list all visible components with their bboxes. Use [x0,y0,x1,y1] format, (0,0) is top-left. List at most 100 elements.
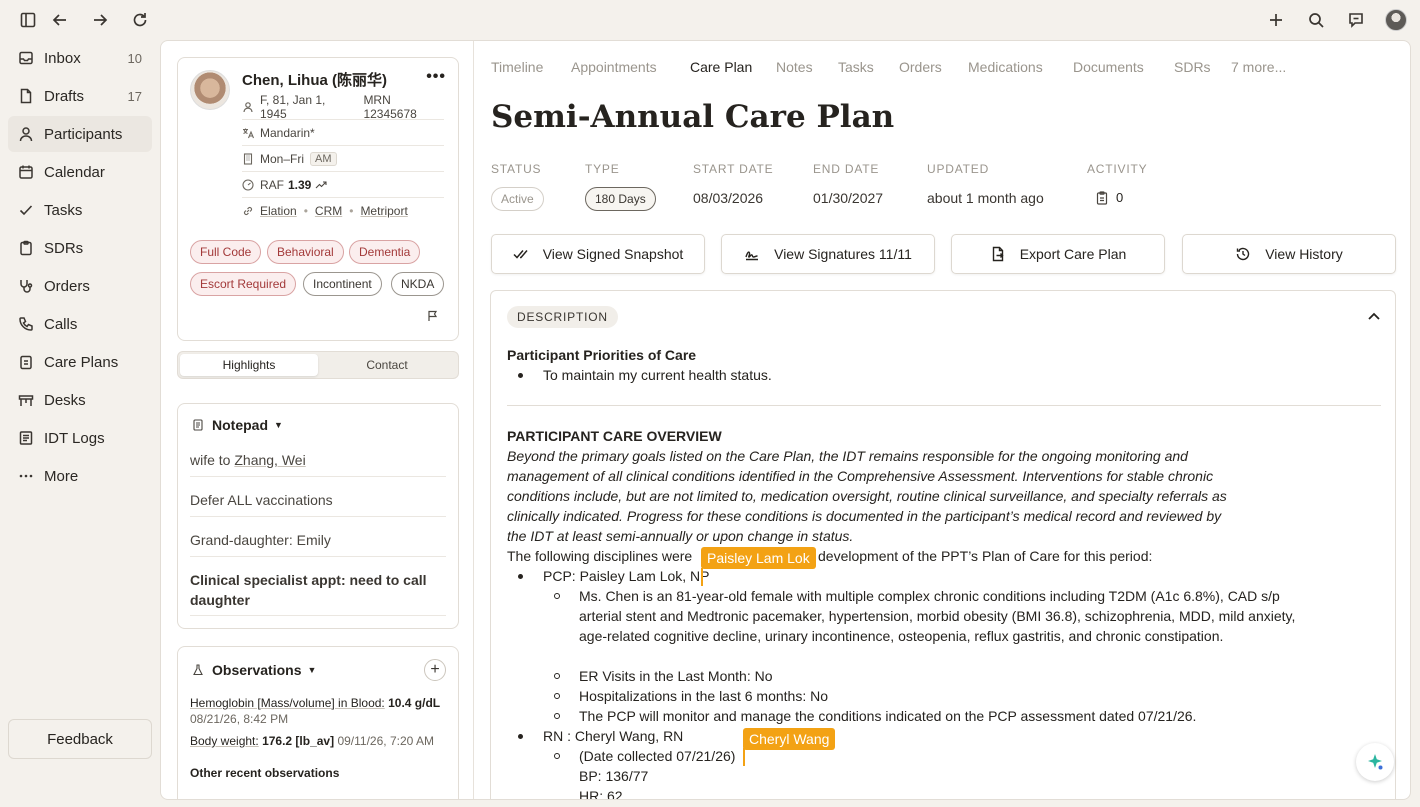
description-section: DESCRIPTION Participant Priorities of Ca… [490,290,1396,800]
disciplines-suffix: development of the PPT’s Plan of Care fo… [818,548,1153,564]
flask-icon [192,664,204,676]
sidebar-item-sdrs[interactable]: SDRs [8,230,152,266]
pcp-item: ER Visits in the Last Month: No [579,668,773,684]
sidebar-item-drafts[interactable]: Drafts 17 [8,78,152,114]
sidebar-toggle-icon[interactable] [18,10,38,30]
sidebar-item-label: Drafts [44,87,85,105]
collab-cursor-label: Cheryl Wang [743,728,836,750]
sidebar-item-participants[interactable]: Participants [8,116,152,152]
notepad-icon [192,419,204,431]
updated-label: UPDATED [927,162,990,176]
tag-nkda[interactable]: NKDA [391,272,445,296]
plus-icon[interactable] [1266,10,1286,30]
building-icon [242,152,254,165]
tab-medications[interactable]: Medications [968,59,1043,75]
tag-escort-required[interactable]: Escort Required [190,272,297,296]
link-elation[interactable]: Elation [260,204,297,218]
chevron-up-icon[interactable] [1367,311,1381,321]
description-label: DESCRIPTION [507,306,618,328]
participant-card: Chen, Lihua (陈丽华) ••• F, 81, Jan 1, 1945… [177,57,459,341]
tag-full-code[interactable]: Full Code [190,240,262,264]
tab-highlights[interactable]: Highlights [180,354,318,376]
refresh-icon[interactable] [130,10,150,30]
pcp-item: Hospitalizations in the last 6 months: N… [579,688,829,704]
participant-menu-button[interactable]: ••• [426,68,446,86]
notepad-card: Notepad ▼ wife to Zhang, Wei Defer ALL v… [177,403,459,629]
priority-item: To maintain my current health status. [543,367,772,383]
tab-tasks[interactable]: Tasks [838,59,874,75]
pcp-summary-line: age-related cognitive decline, urinary i… [579,628,1224,644]
sidebar-item-label: Care Plans [44,353,119,371]
tag-behavioral[interactable]: Behavioral [267,240,344,264]
person-icon [242,101,254,113]
view-history-button[interactable]: View History [1182,234,1396,274]
sidebar-item-care-plans[interactable]: Care Plans [8,344,152,380]
sidebar-item-inbox[interactable]: Inbox 10 [8,40,152,76]
more-dots-icon [18,468,34,484]
tab-timeline[interactable]: Timeline [491,59,543,75]
note-line: Defer ALL vaccinations [190,492,333,508]
observations-header[interactable]: Observations ▼ [192,662,316,678]
observations-card: Observations ▼ + Hemoglobin [Mass/volume… [177,646,459,799]
sidebar-item-idt-logs[interactable]: IDT Logs [8,420,152,456]
raf-value: 1.39 [288,177,312,192]
rn-item: HR: 62 [579,788,623,800]
tab-documents[interactable]: Documents [1073,59,1144,75]
language: Mandarin* [260,125,315,140]
sidebar-item-desks[interactable]: Desks [8,382,152,418]
sidebar-item-calendar[interactable]: Calendar [8,154,152,190]
tag-incontinent[interactable]: Incontinent [303,272,382,296]
start-date: 08/03/2026 [693,190,764,206]
activity-count[interactable]: 0 [1096,190,1123,205]
notepad-header[interactable]: Notepad ▼ [192,417,283,433]
tab-orders[interactable]: Orders [899,59,942,75]
activity-label: ACTIVITY [1087,162,1148,176]
tab-more[interactable]: 7 more... [1231,59,1286,75]
tag-dementia[interactable]: Dementia [349,240,421,264]
spouse-link[interactable]: Zhang, Wei [234,452,305,468]
tab-notes[interactable]: Notes [776,59,813,75]
link-icon [242,205,254,217]
type-badge: 180 Days [585,187,656,211]
schedule-badge: AM [310,151,337,166]
link-metriport[interactable]: Metriport [360,204,407,218]
phone-icon [18,316,34,332]
add-observation-button[interactable]: + [424,659,446,681]
sidebar-item-label: Inbox [44,49,81,67]
top-bar [0,0,1420,40]
tab-sdrs[interactable]: SDRs [1174,59,1211,75]
tab-care-plan[interactable]: Care Plan [690,59,752,75]
start-date-label: START DATE [693,162,774,176]
tab-contact[interactable]: Contact [318,354,456,376]
back-arrow-icon[interactable] [50,10,70,30]
sidebar-item-calls[interactable]: Calls [8,306,152,342]
feedback-button[interactable]: Feedback [8,719,152,759]
sidebar-item-more[interactable]: More [8,458,152,494]
sparkle-icon [1365,752,1385,772]
search-icon[interactable] [1306,10,1326,30]
export-care-plan-button[interactable]: Export Care Plan [951,234,1165,274]
rn-item: BP: 136/77 [579,768,649,784]
view-signed-snapshot-button[interactable]: View Signed Snapshot [491,234,705,274]
care-plan-icon [18,354,34,370]
link-crm[interactable]: CRM [315,204,342,218]
sidebar-item-tasks[interactable]: Tasks [8,192,152,228]
caret-down-icon: ▼ [274,420,283,430]
observation-item: Body weight: 176.2 [lb_av] 09/11/26, 7:2… [190,734,434,748]
forward-arrow-icon[interactable] [90,10,110,30]
drafts-count: 17 [127,88,142,104]
view-signatures-button[interactable]: View Signatures 11/11 [721,234,935,274]
draft-file-icon [18,88,34,104]
history-icon [1235,246,1251,262]
user-avatar[interactable] [1385,9,1407,31]
tab-appointments[interactable]: Appointments [571,59,657,75]
inbox-count: 10 [127,50,142,66]
assistant-button[interactable] [1356,743,1394,781]
signature-icon [744,246,760,262]
flag-icon[interactable] [427,310,439,322]
sidebar-item-orders[interactable]: Orders [8,268,152,304]
updated-value: about 1 month ago [927,190,1044,206]
rn-item: (Date collected 07/21/26) [579,748,736,764]
sidebar-item-label: SDRs [44,239,84,257]
chat-icon[interactable] [1346,10,1366,30]
